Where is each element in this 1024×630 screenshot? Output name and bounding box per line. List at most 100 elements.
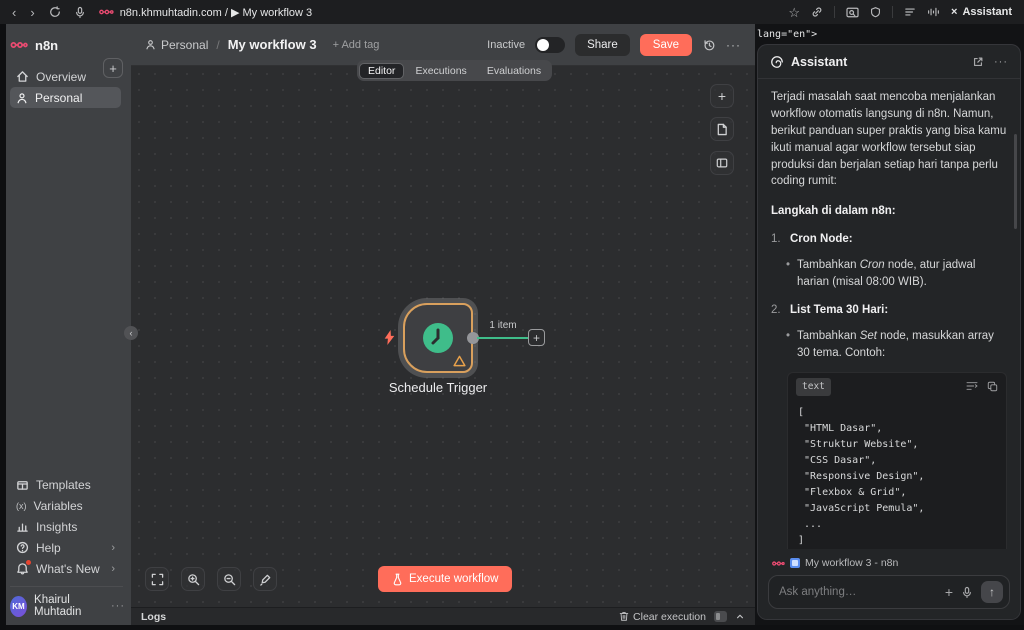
step-1: 1. Cron Node: (771, 231, 1007, 248)
assistant-input-box[interactable]: + ↑ (768, 575, 1010, 609)
add-sticky-note-button[interactable] (710, 117, 734, 141)
user-name: Khairul Muhtadin (34, 594, 104, 618)
trigger-bolt-icon (383, 330, 396, 345)
wrap-text-icon[interactable] (966, 381, 978, 392)
toggle-panel-button[interactable] (710, 151, 734, 175)
code-language-badge: text (796, 378, 831, 396)
node-label: Schedule Trigger (368, 380, 508, 395)
assistant-input[interactable] (779, 586, 936, 598)
sidebar-item-whats-new[interactable]: What's New › (10, 558, 121, 579)
workflow-more-icon[interactable]: ··· (726, 38, 741, 52)
tab-executions[interactable]: Executions (406, 63, 475, 79)
fit-view-button[interactable] (145, 567, 169, 591)
clear-execution-button[interactable]: Clear execution (619, 611, 706, 623)
sidebar-collapse-handle[interactable]: ‹ (124, 326, 138, 340)
assistant-more-icon[interactable]: ··· (994, 56, 1008, 68)
window-bottom-edge (0, 625, 1024, 630)
step-2: 2. List Tema 30 Hari: (771, 302, 1007, 319)
forward-icon[interactable]: › (30, 6, 34, 19)
user-more-icon[interactable]: ··· (111, 600, 125, 612)
context-chip[interactable]: My workflow 3 - n8n (768, 555, 1010, 575)
sidebar: n8n + Overview Personal Templates (x) Va… (0, 24, 131, 625)
back-icon[interactable]: ‹ (12, 6, 16, 19)
user-menu[interactable]: KM Khairul Muhtadin ··· (10, 593, 125, 619)
sidebar-item-templates[interactable]: Templates (10, 474, 121, 495)
context-chip-label: My workflow 3 - n8n (805, 557, 898, 569)
user-icon (145, 39, 156, 50)
copy-link-icon[interactable] (811, 6, 823, 18)
pop-out-icon[interactable] (972, 56, 984, 68)
notification-dot (26, 560, 31, 565)
connection-line (477, 337, 529, 339)
add-node-button[interactable]: + (710, 84, 734, 108)
active-toggle[interactable] (535, 37, 565, 53)
sidebar-item-insights[interactable]: Insights (10, 516, 121, 537)
status-label: Inactive (487, 39, 525, 51)
reading-list-icon[interactable] (904, 7, 916, 17)
close-icon[interactable]: × (951, 6, 957, 18)
steps-heading: Langkah di dalam n8n: (771, 203, 1007, 220)
clock-icon (422, 322, 454, 354)
add-connected-node-button[interactable]: + (528, 329, 545, 346)
send-button[interactable]: ↑ (981, 581, 1003, 603)
tab-evaluations[interactable]: Evaluations (478, 63, 550, 79)
user-icon (16, 92, 28, 104)
chevron-up-icon[interactable] (735, 612, 745, 621)
reload-icon[interactable] (49, 6, 61, 18)
assistant-title: Assistant (791, 55, 847, 69)
home-icon (16, 70, 29, 83)
logs-bar[interactable]: Logs Clear execution (131, 607, 755, 625)
logs-title: Logs (141, 611, 166, 623)
n8n-favicon-icon (99, 7, 114, 17)
help-icon (16, 541, 29, 554)
workflow-title[interactable]: My workflow 3 (228, 37, 317, 52)
screenshot-capture-icon[interactable] (846, 7, 859, 18)
add-workflow-button[interactable]: + (103, 58, 123, 78)
copy-icon[interactable] (987, 381, 998, 392)
connection-items-label: 1 item (477, 320, 529, 331)
screen: ‹ › n8n.khmuhtadin.com / ▶ My workflow 3… (0, 0, 1024, 630)
url-text: n8n.khmuhtadin.com / ▶ My workflow 3 (120, 6, 312, 19)
voice-waveform-icon[interactable] (927, 6, 940, 18)
assistant-column: lang="en"> Assistant ··· Terjadi masalah… (755, 24, 1024, 630)
save-button[interactable]: Save (640, 34, 692, 56)
warning-triangle-icon (453, 355, 466, 367)
open-logs-panel-icon[interactable] (714, 611, 727, 622)
tidy-up-button[interactable] (253, 567, 277, 591)
variables-icon: (x) (16, 501, 27, 511)
chevron-right-icon: › (111, 563, 115, 575)
step-2-bullet: • Tambahkan Set node, masukkan array 30 … (786, 328, 1007, 362)
zoom-in-button[interactable] (181, 567, 205, 591)
sidebar-item-variables[interactable]: (x) Variables (10, 495, 121, 516)
sidebar-item-help[interactable]: Help › (10, 537, 121, 558)
history-icon[interactable] (702, 38, 716, 52)
shield-icon[interactable] (870, 6, 881, 18)
address-bar[interactable]: n8n.khmuhtadin.com / ▶ My workflow 3 (99, 6, 312, 19)
mic-icon[interactable] (75, 6, 85, 19)
execute-workflow-button[interactable]: Execute workflow (378, 566, 512, 592)
step-1-bullet: • Tambahkan Cron node, atur jadwal haria… (786, 257, 1007, 291)
tab-favicon (790, 558, 800, 568)
code-content[interactable]: [ "HTML Dasar", "Struktur Website", "CSS… (788, 401, 1006, 549)
workflow-canvas[interactable]: 1 item + Schedule Trigger + Execute wor (131, 66, 755, 607)
tab-editor[interactable]: Editor (359, 63, 404, 79)
assistant-scrollbar[interactable] (1014, 134, 1017, 229)
flask-icon (392, 573, 403, 586)
share-button[interactable]: Share (575, 34, 630, 56)
assistant-header: Assistant ··· (758, 45, 1020, 79)
sidebar-item-personal[interactable]: Personal (10, 87, 121, 108)
node-schedule-trigger[interactable] (403, 303, 473, 373)
breadcrumb-project[interactable]: Personal (145, 38, 208, 52)
bookmark-star-icon[interactable]: ☆ (788, 6, 800, 19)
logo-text: n8n (35, 38, 58, 53)
chevron-right-icon: › (111, 542, 115, 554)
browser-bar: ‹ › n8n.khmuhtadin.com / ▶ My workflow 3… (0, 0, 1024, 24)
mic-icon[interactable] (962, 586, 972, 599)
add-tag-button[interactable]: + Add tag (333, 39, 380, 51)
assistant-body[interactable]: Terjadi masalah saat mencoba menjalankan… (758, 79, 1020, 549)
attach-plus-icon[interactable]: + (945, 584, 953, 600)
templates-box-icon (16, 478, 29, 491)
assistant-toggle[interactable]: × Assistant (951, 6, 1012, 18)
n8n-logo[interactable]: n8n (10, 32, 125, 58)
zoom-out-button[interactable] (217, 567, 241, 591)
